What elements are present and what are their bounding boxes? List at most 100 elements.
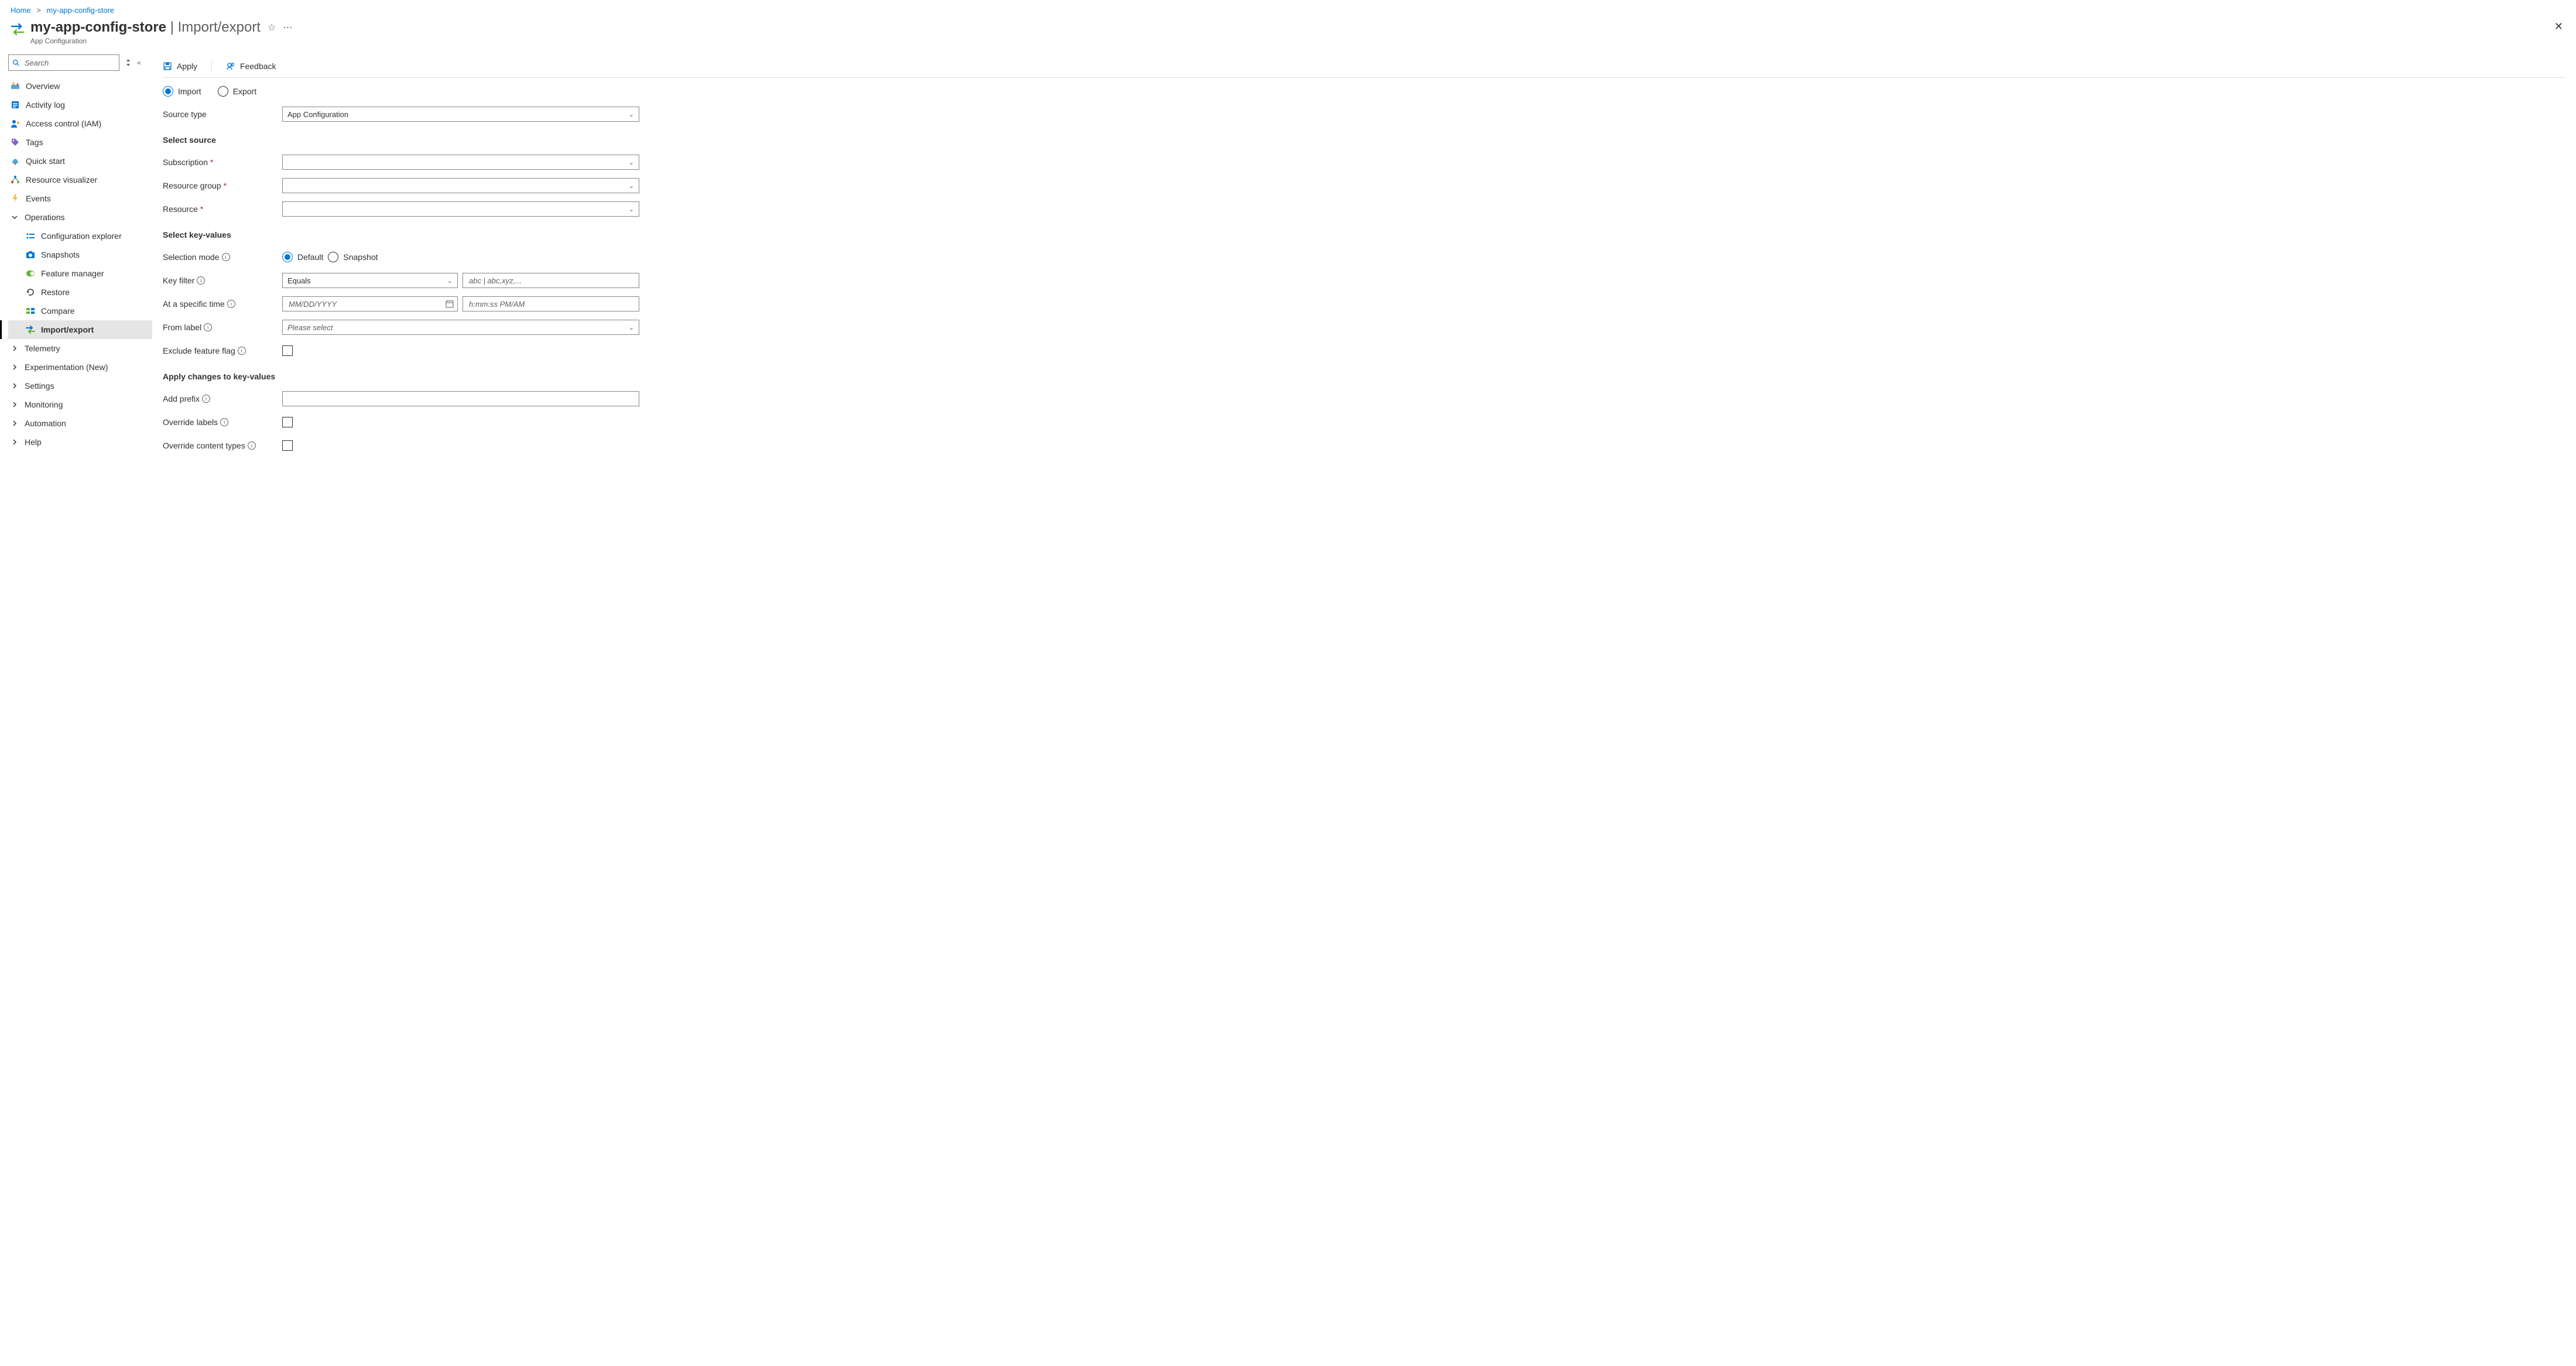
favorite-star-icon[interactable]: ☆ xyxy=(268,22,276,33)
resource-group-select[interactable]: ⌄ xyxy=(282,178,639,193)
sidebar-item-configuration-explorer[interactable]: Configuration explorer xyxy=(8,227,152,245)
breadcrumb-sep: > xyxy=(36,6,41,15)
info-icon[interactable]: i xyxy=(238,347,246,355)
events-icon xyxy=(11,194,20,203)
add-prefix-label: Add prefix i xyxy=(163,394,282,403)
search-icon xyxy=(12,59,20,67)
chevron-down-icon: ⌄ xyxy=(629,324,634,331)
select-value: Equals xyxy=(287,276,311,285)
nav-label: Overview xyxy=(26,81,60,91)
info-icon[interactable]: i xyxy=(202,395,210,403)
sidebar-search[interactable] xyxy=(8,54,119,71)
breadcrumb-resource[interactable]: my-app-config-store xyxy=(47,6,115,15)
sidebar-group-monitoring[interactable]: Monitoring xyxy=(8,395,152,414)
nav-label: Experimentation (New) xyxy=(25,362,108,372)
sidebar-item-overview[interactable]: Overview xyxy=(8,77,152,95)
from-label-select[interactable]: Please select ⌄ xyxy=(282,320,639,335)
time-field[interactable] xyxy=(468,299,634,309)
feedback-label: Feedback xyxy=(240,61,276,71)
info-icon[interactable]: i xyxy=(222,253,230,261)
breadcrumb-home[interactable]: Home xyxy=(11,6,31,15)
overview-icon xyxy=(11,81,20,91)
info-icon[interactable]: i xyxy=(204,323,212,331)
nav-label: Help xyxy=(25,437,42,447)
chevron-down-icon xyxy=(11,214,19,220)
exclude-feature-flag-checkbox[interactable] xyxy=(282,345,293,356)
sidebar-group-settings[interactable]: Settings xyxy=(8,376,152,395)
source-type-select[interactable]: App Configuration ⌄ xyxy=(282,107,639,122)
sidebar-sort-icon[interactable] xyxy=(125,59,131,67)
sidebar-item-resource-visualizer[interactable]: Resource visualizer xyxy=(8,170,152,189)
feedback-button[interactable]: Feedback xyxy=(226,61,276,71)
chevron-down-icon: ⌄ xyxy=(629,206,634,213)
radio-checked-icon xyxy=(282,252,293,262)
subscription-select[interactable]: ⌄ xyxy=(282,155,639,170)
sidebar-group-experimentation[interactable]: Experimentation (New) xyxy=(8,358,152,376)
save-icon xyxy=(163,61,172,71)
page-subtitle: App Configuration xyxy=(30,37,292,45)
sidebar-item-restore[interactable]: Restore xyxy=(8,283,152,302)
key-filter-operator-select[interactable]: Equals ⌄ xyxy=(282,273,458,288)
chevron-right-icon xyxy=(11,420,19,426)
apply-changes-title: Apply changes to key-values xyxy=(163,372,2565,381)
override-labels-checkbox[interactable] xyxy=(282,417,293,427)
nav-label: Compare xyxy=(41,306,75,316)
info-icon[interactable]: i xyxy=(248,441,256,450)
sidebar-group-help[interactable]: Help xyxy=(8,433,152,451)
subscription-label: Subscription * xyxy=(163,158,282,167)
toolbar-separator xyxy=(211,60,212,72)
override-content-types-checkbox[interactable] xyxy=(282,440,293,451)
sidebar-item-activity-log[interactable]: Activity log xyxy=(8,95,152,114)
chevron-right-icon xyxy=(11,439,19,445)
nav-label: Snapshots xyxy=(41,250,80,259)
sidebar-item-events[interactable]: Events xyxy=(8,189,152,208)
radio-snapshot[interactable]: Snapshot xyxy=(328,252,378,262)
chevron-right-icon xyxy=(11,383,19,389)
access-control-icon xyxy=(11,119,20,128)
sidebar-item-import-export[interactable]: Import/export xyxy=(8,320,152,339)
info-icon[interactable]: i xyxy=(220,418,228,426)
sidebar-group-operations[interactable]: Operations xyxy=(8,208,152,227)
add-prefix-input[interactable] xyxy=(282,391,639,406)
sidebar-collapse-icon[interactable]: « xyxy=(137,59,141,66)
date-input[interactable] xyxy=(282,296,458,311)
sidebar-search-input[interactable] xyxy=(23,56,130,70)
resource-group-label: Resource group * xyxy=(163,181,282,190)
key-filter-value-input[interactable] xyxy=(463,273,639,288)
select-value: App Configuration xyxy=(287,110,348,119)
tags-icon xyxy=(11,138,20,147)
radio-import[interactable]: Import xyxy=(163,86,201,97)
radio-default[interactable]: Default xyxy=(282,252,323,262)
compare-icon xyxy=(26,307,35,315)
sidebar-group-automation[interactable]: Automation xyxy=(8,414,152,433)
key-filter-value-field[interactable] xyxy=(468,276,634,286)
info-icon[interactable]: i xyxy=(227,300,235,308)
sidebar-group-telemetry[interactable]: Telemetry xyxy=(8,339,152,358)
more-actions-icon[interactable]: ⋯ xyxy=(283,22,292,33)
sidebar-item-quick-start[interactable]: Quick start xyxy=(8,152,152,170)
import-export-small-icon xyxy=(26,326,35,334)
sidebar-item-feature-manager[interactable]: Feature manager xyxy=(8,264,152,283)
nav-label: Import/export xyxy=(41,325,94,334)
close-icon[interactable]: ✕ xyxy=(2554,20,2563,33)
resource-select[interactable]: ⌄ xyxy=(282,201,639,217)
info-icon[interactable]: i xyxy=(197,276,205,285)
nav-label: Operations xyxy=(25,213,64,222)
nav-label: Activity log xyxy=(26,100,65,109)
sidebar-item-compare[interactable]: Compare xyxy=(8,302,152,320)
sidebar-item-tags[interactable]: Tags xyxy=(8,133,152,152)
radio-export[interactable]: Export xyxy=(218,86,256,97)
calendar-icon[interactable] xyxy=(446,300,454,308)
apply-button[interactable]: Apply xyxy=(163,61,197,71)
sidebar: « Overview Activity log Access control (… xyxy=(0,54,152,477)
add-prefix-field[interactable] xyxy=(287,394,634,404)
date-field[interactable] xyxy=(287,299,453,309)
chevron-down-icon: ⌄ xyxy=(447,277,453,285)
sidebar-item-access-control[interactable]: Access control (IAM) xyxy=(8,114,152,133)
radio-label: Export xyxy=(233,87,256,96)
activity-log-icon xyxy=(11,100,20,109)
nav-label: Tags xyxy=(26,138,43,147)
sidebar-item-snapshots[interactable]: Snapshots xyxy=(8,245,152,264)
time-input[interactable] xyxy=(463,296,639,311)
radio-label: Import xyxy=(178,87,201,96)
